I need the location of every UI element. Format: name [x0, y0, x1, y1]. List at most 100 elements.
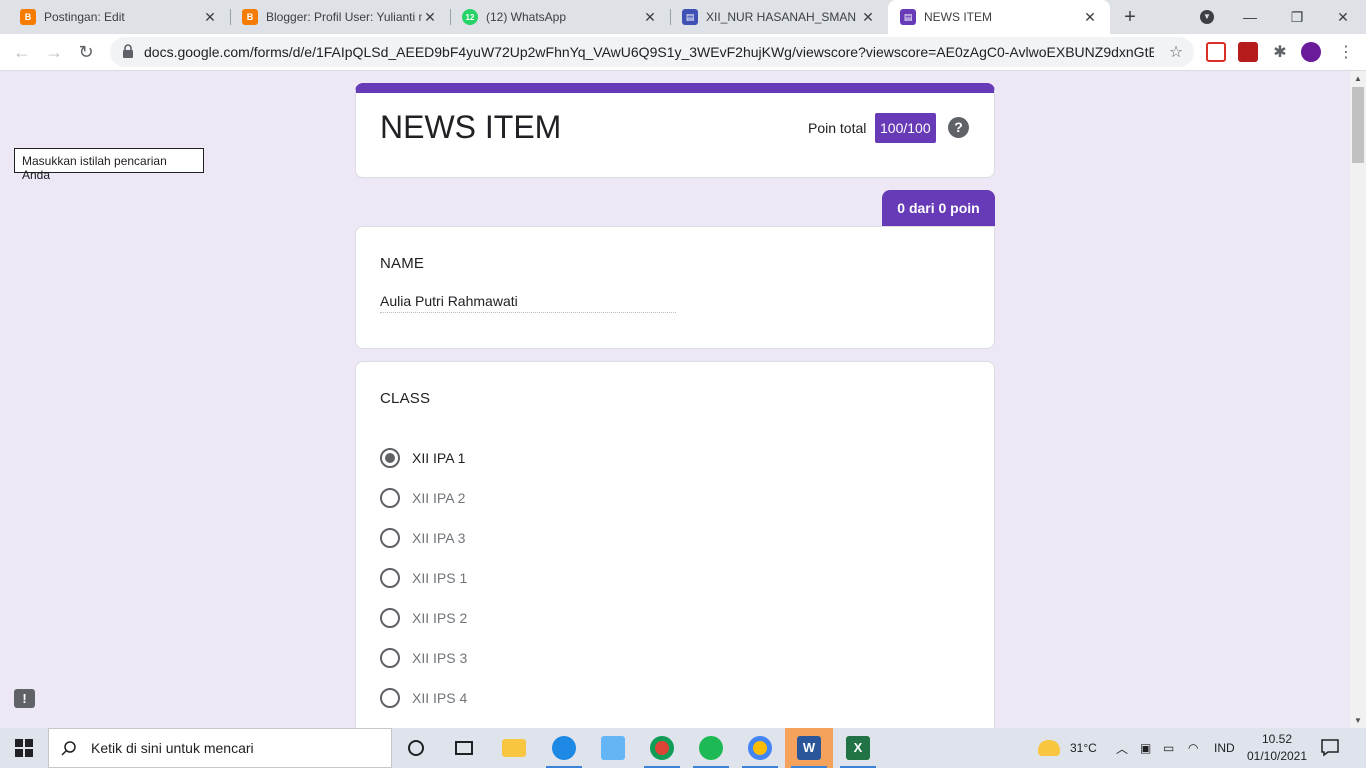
- chrome-profile-button[interactable]: [736, 728, 784, 768]
- forms-icon: ▤: [682, 9, 698, 25]
- close-icon[interactable]: ✕: [642, 9, 658, 26]
- chrome-icon: [650, 736, 674, 760]
- radio-unchecked-icon: [380, 488, 400, 508]
- page-scrollbar[interactable]: ▲ ▼: [1350, 71, 1366, 728]
- feedback-icon[interactable]: !: [14, 689, 35, 708]
- input-language[interactable]: IND: [1214, 728, 1235, 768]
- blogger-icon: B: [20, 9, 36, 25]
- weather-temperature: 31°C: [1070, 741, 1097, 755]
- blogger-icon: B: [242, 9, 258, 25]
- option-label: XII IPS 1: [412, 570, 468, 586]
- start-button[interactable]: [0, 728, 48, 768]
- cortana-button[interactable]: [392, 728, 440, 768]
- tab-blogger-profil[interactable]: B Blogger: Profil User: Yulianti n ✕: [230, 0, 450, 34]
- task-view-icon: [455, 741, 473, 755]
- name-answer: Aulia Putri Rahmawati: [380, 293, 676, 313]
- reload-icon: ↻: [78, 41, 94, 62]
- class-option[interactable]: XII IPA 3: [380, 526, 465, 550]
- close-icon[interactable]: ✕: [422, 9, 438, 26]
- word-button[interactable]: W: [785, 728, 833, 768]
- puzzle-icon: ✱: [1273, 44, 1287, 61]
- class-option[interactable]: XII IPS 3: [380, 646, 467, 670]
- taskbar-search-box[interactable]: Ketik di sini untuk mencari: [48, 728, 392, 768]
- show-hidden-icons-button[interactable]: ︿: [1116, 728, 1128, 768]
- weather-sun-icon: [1038, 740, 1060, 756]
- battery-status[interactable]: ▭: [1163, 728, 1174, 768]
- browser-tab-strip: B Postingan: Edit ✕ B Blogger: Profil Us…: [0, 0, 1366, 34]
- restore-icon: ❐: [1290, 8, 1304, 25]
- class-option[interactable]: XII IPS 4: [380, 686, 467, 710]
- class-option[interactable]: XII IPS 2: [380, 606, 467, 630]
- clock-time: 10.52: [1261, 732, 1293, 746]
- tab-title: Postingan: Edit: [44, 10, 125, 24]
- task-view-button[interactable]: [440, 728, 488, 768]
- arrow-left-icon: ←: [13, 41, 31, 62]
- wifi-icon: ◠: [1188, 741, 1199, 755]
- spotify-button[interactable]: [687, 728, 735, 768]
- back-button[interactable]: ←: [10, 40, 34, 64]
- restore-button[interactable]: ❐: [1274, 0, 1320, 34]
- new-tab-button[interactable]: +: [1118, 5, 1142, 29]
- total-points-badge: 100/100: [875, 113, 936, 143]
- scroll-down-icon[interactable]: ▼: [1354, 716, 1362, 725]
- scrollbar-thumb[interactable]: [1352, 87, 1364, 163]
- browser-menu-button[interactable]: ⋮: [1334, 40, 1358, 64]
- radio-unchecked-icon: [380, 528, 400, 548]
- question-title: NAME: [380, 255, 425, 272]
- class-option[interactable]: XII IPA 2: [380, 486, 465, 510]
- close-icon[interactable]: ✕: [860, 9, 876, 26]
- address-bar[interactable]: docs.google.com/forms/d/e/1FAIpQLSd_AEED…: [110, 37, 1194, 67]
- network-status[interactable]: ◠: [1188, 728, 1198, 768]
- clock-date: 01/10/2021: [1246, 749, 1308, 763]
- taskbar-clock[interactable]: 10.52 01/10/2021: [1246, 731, 1308, 765]
- close-window-button[interactable]: ✕: [1320, 0, 1366, 34]
- file-explorer-button[interactable]: [490, 728, 538, 768]
- pocket-extension-icon[interactable]: [1206, 42, 1226, 62]
- chrome-button[interactable]: [638, 728, 686, 768]
- reload-button[interactable]: ↻: [74, 40, 98, 64]
- excel-button[interactable]: X: [834, 728, 882, 768]
- tab-xii-nur-hasanah[interactable]: ▤ XII_NUR HASANAH_SMAN 27 ✕: [670, 0, 888, 34]
- help-icon[interactable]: ?: [948, 117, 969, 138]
- option-label: XII IPS 4: [412, 690, 468, 706]
- weather-widget[interactable]: 31°C: [1038, 728, 1097, 768]
- minimize-button[interactable]: —: [1227, 0, 1273, 34]
- tab-title: (12) WhatsApp: [486, 10, 567, 24]
- tab-news-item[interactable]: ▤ NEWS ITEM ✕: [888, 0, 1110, 34]
- browser-toolbar: ← → ↻ docs.google.com/forms/d/e/1FAIpQLS…: [0, 34, 1366, 71]
- extensions-button[interactable]: ✱: [1268, 40, 1292, 64]
- close-icon[interactable]: ✕: [202, 9, 218, 26]
- excel-icon: X: [846, 736, 870, 760]
- option-label: XII IPA 1: [412, 450, 466, 466]
- edge-icon: [552, 736, 576, 760]
- battery-icon: ▭: [1163, 741, 1175, 755]
- extension-icon[interactable]: [1238, 42, 1258, 62]
- close-icon[interactable]: ✕: [1082, 9, 1098, 26]
- tab-title: XII_NUR HASANAH_SMAN 27: [706, 10, 860, 24]
- edge-button[interactable]: [540, 728, 588, 768]
- tab-title: Blogger: Profil User: Yulianti n: [266, 10, 422, 24]
- minimize-icon: —: [1243, 9, 1257, 25]
- scroll-up-icon[interactable]: ▲: [1354, 74, 1362, 83]
- url-text: docs.google.com/forms/d/e/1FAIpQLSd_AEED…: [144, 44, 1154, 60]
- class-option[interactable]: XII IPS 1: [380, 566, 467, 590]
- option-label: XII IPS 2: [412, 610, 468, 626]
- chevron-down-icon: ▼: [1200, 10, 1214, 24]
- photos-app-button[interactable]: [589, 728, 637, 768]
- radio-unchecked-icon: [380, 568, 400, 588]
- meet-now-button[interactable]: ▣: [1140, 728, 1151, 768]
- cortana-icon: [408, 740, 424, 756]
- forward-button[interactable]: →: [42, 40, 66, 64]
- tab-whatsapp[interactable]: 12 (12) WhatsApp ✕: [450, 0, 670, 34]
- bookmark-star-button[interactable]: ☆: [1164, 40, 1188, 64]
- tab-postingan-edit[interactable]: B Postingan: Edit ✕: [8, 0, 230, 34]
- search-icon: [61, 741, 76, 756]
- class-option[interactable]: XII IPA 1: [380, 446, 465, 470]
- notification-icon: [1321, 739, 1339, 757]
- profile-avatar[interactable]: [1301, 42, 1321, 62]
- tab-search-button[interactable]: ▼: [1184, 0, 1230, 34]
- notification-button[interactable]: [1320, 737, 1342, 759]
- close-icon: ✕: [1337, 8, 1349, 25]
- folder-icon: [502, 739, 526, 757]
- search-placeholder: Ketik di sini untuk mencari: [91, 740, 254, 756]
